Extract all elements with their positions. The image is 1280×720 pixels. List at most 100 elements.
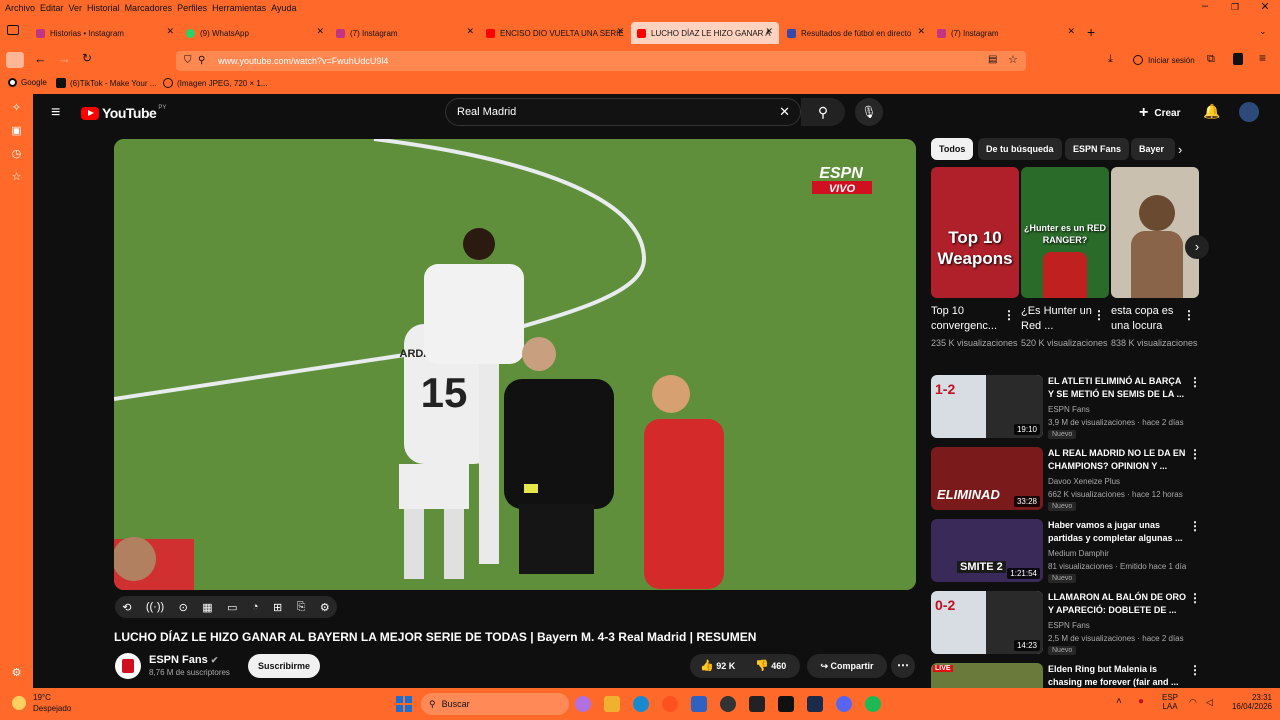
- reload-icon[interactable]: ↻: [82, 51, 92, 65]
- like-button[interactable]: 👍 92 K: [700, 659, 735, 672]
- menu-icon[interactable]: ≡: [1259, 51, 1266, 65]
- voice-search-button[interactable]: 🎙: [855, 98, 883, 126]
- screenshot-icon[interactable]: ⎘: [297, 601, 306, 614]
- menu-ver[interactable]: Ver: [69, 3, 83, 13]
- new-tab-icon[interactable]: +: [1087, 24, 1095, 40]
- recommended-video[interactable]: SMITE 2 1:21:54 Haber vamos a jugar unas…: [931, 519, 1231, 585]
- avatar[interactable]: [1239, 102, 1259, 122]
- menu-archivo[interactable]: Archivo: [5, 3, 35, 13]
- tab-overview-icon[interactable]: [7, 25, 19, 35]
- page-info-icon[interactable]: ⚲: [198, 55, 205, 66]
- chip-de-tu-busqueda[interactable]: De tu búsqueda: [978, 138, 1062, 160]
- channel-name[interactable]: ESPN Fans ✔: [149, 654, 218, 666]
- app-icon[interactable]: [720, 696, 736, 712]
- tab-instagram[interactable]: (7) Instagram ✕: [330, 22, 480, 44]
- chevron-down-icon[interactable]: ⌄: [1259, 26, 1267, 37]
- subscribe-button[interactable]: Suscribirme: [248, 654, 320, 678]
- dislike-button[interactable]: 👎 460: [755, 659, 786, 672]
- tab-lucho-diaz[interactable]: LUCHO DÍAZ LE HIZO GANAR A ✕: [631, 22, 779, 44]
- search-button[interactable]: ⚲: [801, 98, 845, 126]
- short-item[interactable]: esta copa es una locura 838 K visualizac…: [1111, 167, 1199, 350]
- download-icon[interactable]: ⤓: [1108, 53, 1113, 66]
- eye-icon[interactable]: ⊙: [179, 601, 188, 614]
- clear-search-icon[interactable]: ✕: [779, 104, 790, 120]
- back-icon[interactable]: ←: [34, 51, 47, 66]
- windows-start-icon[interactable]: [396, 696, 412, 712]
- close-tab-icon[interactable]: ✕: [1067, 26, 1075, 37]
- recommended-video[interactable]: ELIMINAD 33:28 AL REAL MADRID NO LE DA E…: [931, 447, 1231, 513]
- bookmark-image[interactable]: (Imagen JPEG, 720 × 1...: [163, 78, 268, 88]
- address-bar[interactable]: ⛉ ⚲ www.youtube.com/watch?v=FwuhUdcU9l4 …: [176, 51, 1026, 71]
- close-window-icon[interactable]: ✕: [1250, 0, 1280, 13]
- short-menu-icon[interactable]: ⋮: [1093, 308, 1105, 322]
- maximize-icon[interactable]: ❐: [1220, 2, 1250, 13]
- shorts-next-button[interactable]: ›: [1185, 235, 1209, 259]
- bookmark-google[interactable]: Google: [8, 78, 47, 87]
- short-item[interactable]: ¿Hunter es un RED RANGER? ¿Es Hunter un …: [1021, 167, 1109, 350]
- menu-herramientas[interactable]: Herramientas: [212, 3, 266, 13]
- signin-button[interactable]: Iniciar sesión: [1133, 55, 1195, 65]
- speed-icon[interactable]: ◔: [252, 601, 259, 613]
- menu-editar[interactable]: Editar: [40, 3, 64, 13]
- video-menu-icon[interactable]: ⋮: [1189, 519, 1201, 533]
- steam-icon[interactable]: [807, 696, 823, 712]
- edge-icon[interactable]: [633, 696, 649, 712]
- clock[interactable]: 23:31 16/04/2026: [1224, 693, 1272, 711]
- recommended-video[interactable]: LIVE Elden Ring but Malenia is chasing m…: [931, 663, 1231, 688]
- file-explorer-icon[interactable]: [604, 696, 620, 712]
- tab-resultados[interactable]: Resultados de fútbol en directo ✕: [781, 22, 931, 44]
- app-icon[interactable]: [691, 696, 707, 712]
- video-menu-icon[interactable]: ⋮: [1189, 375, 1201, 389]
- gear-icon[interactable]: ⚙: [320, 601, 330, 614]
- short-item[interactable]: Top 10 Weapons Top 10 convergenc... 235 …: [931, 167, 1019, 350]
- tab-instagram-2[interactable]: (7) Instagram ✕: [931, 22, 1081, 44]
- tab-enciso[interactable]: ENCISO DIO VUELTA UNA SERIE ✕: [480, 22, 630, 44]
- microphone-icon[interactable]: ●: [1138, 696, 1144, 707]
- close-tab-icon[interactable]: ✕: [466, 26, 474, 37]
- tab-whatsapp[interactable]: (9) WhatsApp ✕: [180, 22, 330, 44]
- reader-view-icon[interactable]: ▤: [988, 54, 997, 65]
- settings-icon[interactable]: ⚙: [10, 667, 23, 680]
- spotify-icon[interactable]: [865, 696, 881, 712]
- notifications-bell-icon[interactable]: 🔔: [1203, 103, 1220, 120]
- close-tab-icon[interactable]: ✕: [765, 26, 773, 37]
- tab-historias-instagram[interactable]: Historias • Instagram ✕: [30, 22, 180, 44]
- app-icon[interactable]: [749, 696, 765, 712]
- weather-icon[interactable]: [12, 696, 26, 710]
- close-tab-icon[interactable]: ✕: [316, 26, 324, 37]
- minimize-icon[interactable]: –: [1190, 0, 1220, 12]
- taskbar-search[interactable]: ⚲ Buscar: [421, 693, 569, 715]
- chip-todos[interactable]: Todos: [931, 138, 974, 160]
- audio-icon[interactable]: ((·)): [146, 601, 164, 613]
- sidebar-toggle-icon[interactable]: [6, 52, 24, 68]
- history-icon[interactable]: ◷: [10, 148, 23, 161]
- close-tab-icon[interactable]: ✕: [917, 26, 925, 37]
- bookmark-tiktok[interactable]: (6)TikTok - Make Your ...: [56, 78, 156, 88]
- forward-icon[interactable]: →: [58, 51, 71, 66]
- keyboard-language[interactable]: ESP LAA: [1162, 693, 1178, 711]
- bookmarks-icon[interactable]: ☆: [10, 171, 23, 184]
- video-player[interactable]: 15 ARDA GÜLER ESPN VIVO: [114, 139, 916, 590]
- ai-sparkle-icon[interactable]: ✧: [10, 102, 23, 115]
- recommended-video[interactable]: 0-2 14:23 LLAMARON AL BALÓN DE ORO Y APA…: [931, 591, 1231, 657]
- discord-icon[interactable]: [836, 696, 852, 712]
- search-input[interactable]: Real Madrid ✕: [445, 98, 801, 126]
- menu-perfiles[interactable]: Perfiles: [177, 3, 207, 13]
- channel-avatar[interactable]: [115, 653, 141, 679]
- chevron-right-icon[interactable]: ›: [1178, 142, 1182, 157]
- recommended-video[interactable]: 1-2 19:10 EL ATLETI ELIMINÓ AL BARÇA Y S…: [931, 375, 1231, 441]
- short-menu-icon[interactable]: ⋮: [1003, 308, 1015, 322]
- video-menu-icon[interactable]: ⋮: [1189, 447, 1201, 461]
- chip-espn-fans[interactable]: ESPN Fans: [1065, 138, 1130, 160]
- extension-icon[interactable]: [1233, 53, 1243, 65]
- star-icon[interactable]: ☆: [1008, 53, 1018, 66]
- menu-marcadores[interactable]: Marcadores: [125, 3, 173, 13]
- create-button[interactable]: + Crear: [1139, 104, 1180, 122]
- extensions-icon[interactable]: ⧉: [1207, 53, 1215, 66]
- more-actions-button[interactable]: ⋯: [891, 654, 915, 678]
- hamburger-menu-icon[interactable]: ≡: [51, 104, 60, 122]
- wifi-icon[interactable]: ◠: [1189, 697, 1197, 708]
- cinema-icon[interactable]: ▦: [202, 601, 212, 614]
- chevron-up-icon[interactable]: ˄: [1116, 696, 1122, 707]
- pip-icon[interactable]: ▭: [227, 601, 237, 614]
